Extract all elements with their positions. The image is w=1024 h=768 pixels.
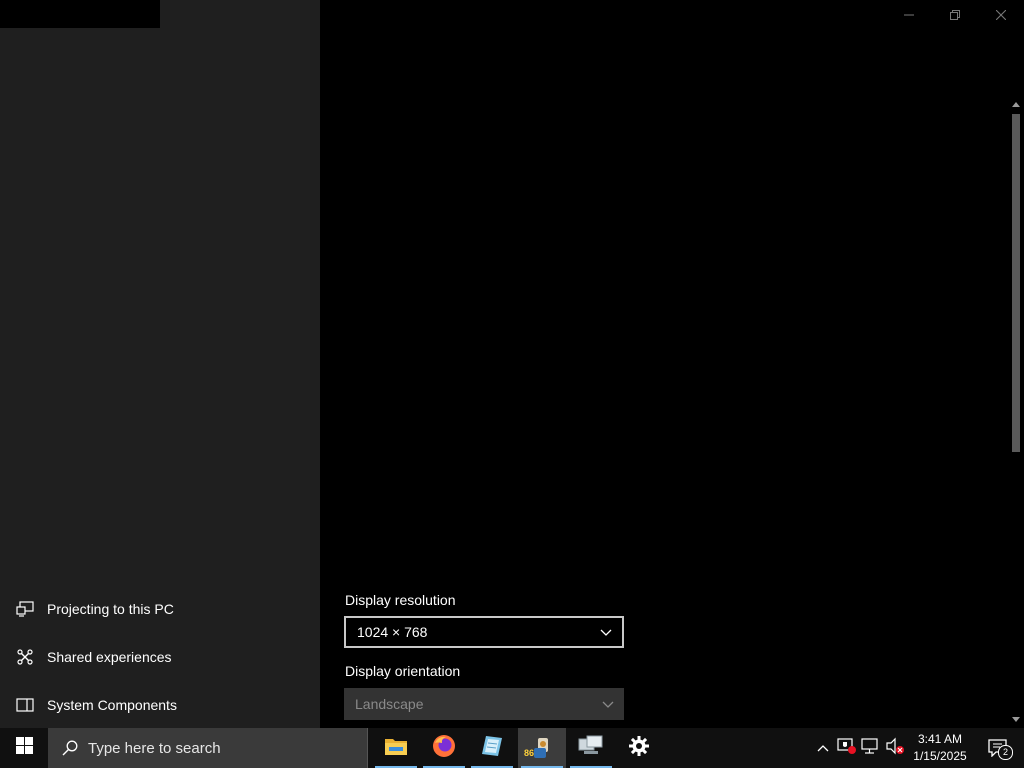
- network-status-icon: [861, 737, 881, 760]
- taskbar-app-settings[interactable]: [615, 728, 663, 768]
- close-button[interactable]: [978, 0, 1024, 32]
- display-orientation-label: Display orientation: [345, 663, 461, 679]
- restore-icon: [950, 7, 960, 25]
- tray-volume-button[interactable]: [884, 728, 906, 768]
- tray-security-icon-button[interactable]: [836, 728, 858, 768]
- minimize-icon: [904, 7, 914, 25]
- sidebar-item-label: System Components: [47, 697, 177, 713]
- sidebar-item-label: Shared experiences: [47, 649, 172, 665]
- notification-count-badge: 2: [998, 745, 1013, 760]
- scroll-down-arrow-icon[interactable]: [1008, 712, 1024, 728]
- sidebar-item-projecting-to-this-pc[interactable]: Projecting to this PC: [0, 589, 320, 629]
- settings-sidebar: Projecting to this PC Shared experiences…: [0, 0, 320, 728]
- taskbar-app-network[interactable]: [567, 728, 615, 768]
- taskbar-clock[interactable]: 3:41 AM 1/15/2025: [906, 728, 974, 768]
- scrollbar[interactable]: [1008, 96, 1024, 728]
- clock-date: 1/15/2025: [913, 749, 967, 763]
- show-hidden-icons-button[interactable]: [812, 728, 834, 768]
- search-icon: [62, 740, 78, 756]
- display-resolution-dropdown[interactable]: 1024 × 768: [344, 616, 624, 648]
- firefox-icon: [432, 734, 456, 763]
- scrollbar-thumb[interactable]: [1012, 114, 1020, 452]
- folder-icon: [384, 736, 408, 761]
- projecting-icon: [16, 600, 34, 618]
- chevron-up-icon: [817, 739, 829, 757]
- gear-icon: [629, 735, 649, 761]
- app-icon: 86: [524, 736, 554, 760]
- security-alert-icon: [837, 737, 857, 760]
- chevron-down-icon: [600, 624, 612, 640]
- taskbar-app-notepad[interactable]: [468, 728, 516, 768]
- display-orientation-value: Landscape: [355, 696, 424, 712]
- shared-experiences-icon: [16, 648, 34, 666]
- taskbar-app-active[interactable]: 86: [518, 728, 566, 768]
- windows-logo-icon: [15, 737, 33, 759]
- sidebar-header: [0, 0, 160, 28]
- chevron-down-icon: [602, 696, 614, 712]
- sidebar-item-system-components[interactable]: System Components: [0, 685, 320, 725]
- notifications-icon: 2: [988, 739, 1013, 760]
- sidebar-item-label: Projecting to this PC: [47, 601, 174, 617]
- maximize-button[interactable]: [932, 0, 978, 32]
- action-center-button[interactable]: 2: [978, 728, 1018, 768]
- volume-muted-icon: [885, 737, 905, 760]
- taskbar-app-file-explorer[interactable]: [372, 728, 420, 768]
- display-resolution-label: Display resolution: [345, 592, 456, 608]
- scroll-up-arrow-icon[interactable]: [1008, 96, 1024, 112]
- app-badge: 86: [524, 748, 535, 758]
- display-resolution-value: 1024 × 768: [357, 624, 428, 640]
- tray-network-button[interactable]: [860, 728, 882, 768]
- taskbar-app-firefox[interactable]: [420, 728, 468, 768]
- notepad-icon: [480, 734, 504, 763]
- taskbar-search-box[interactable]: Type here to search: [48, 728, 368, 768]
- taskbar: Type here to search 86 3:41 AM 1/15/2025…: [0, 728, 1024, 768]
- start-button[interactable]: [0, 728, 48, 768]
- display-orientation-dropdown[interactable]: Landscape: [344, 688, 624, 720]
- search-placeholder: Type here to search: [88, 739, 221, 757]
- close-icon: [995, 7, 1007, 25]
- system-components-icon: [16, 696, 34, 714]
- network-icon: [578, 735, 604, 762]
- clock-time: 3:41 AM: [917, 732, 963, 746]
- sidebar-item-shared-experiences[interactable]: Shared experiences: [0, 637, 320, 677]
- minimize-button[interactable]: [886, 0, 932, 32]
